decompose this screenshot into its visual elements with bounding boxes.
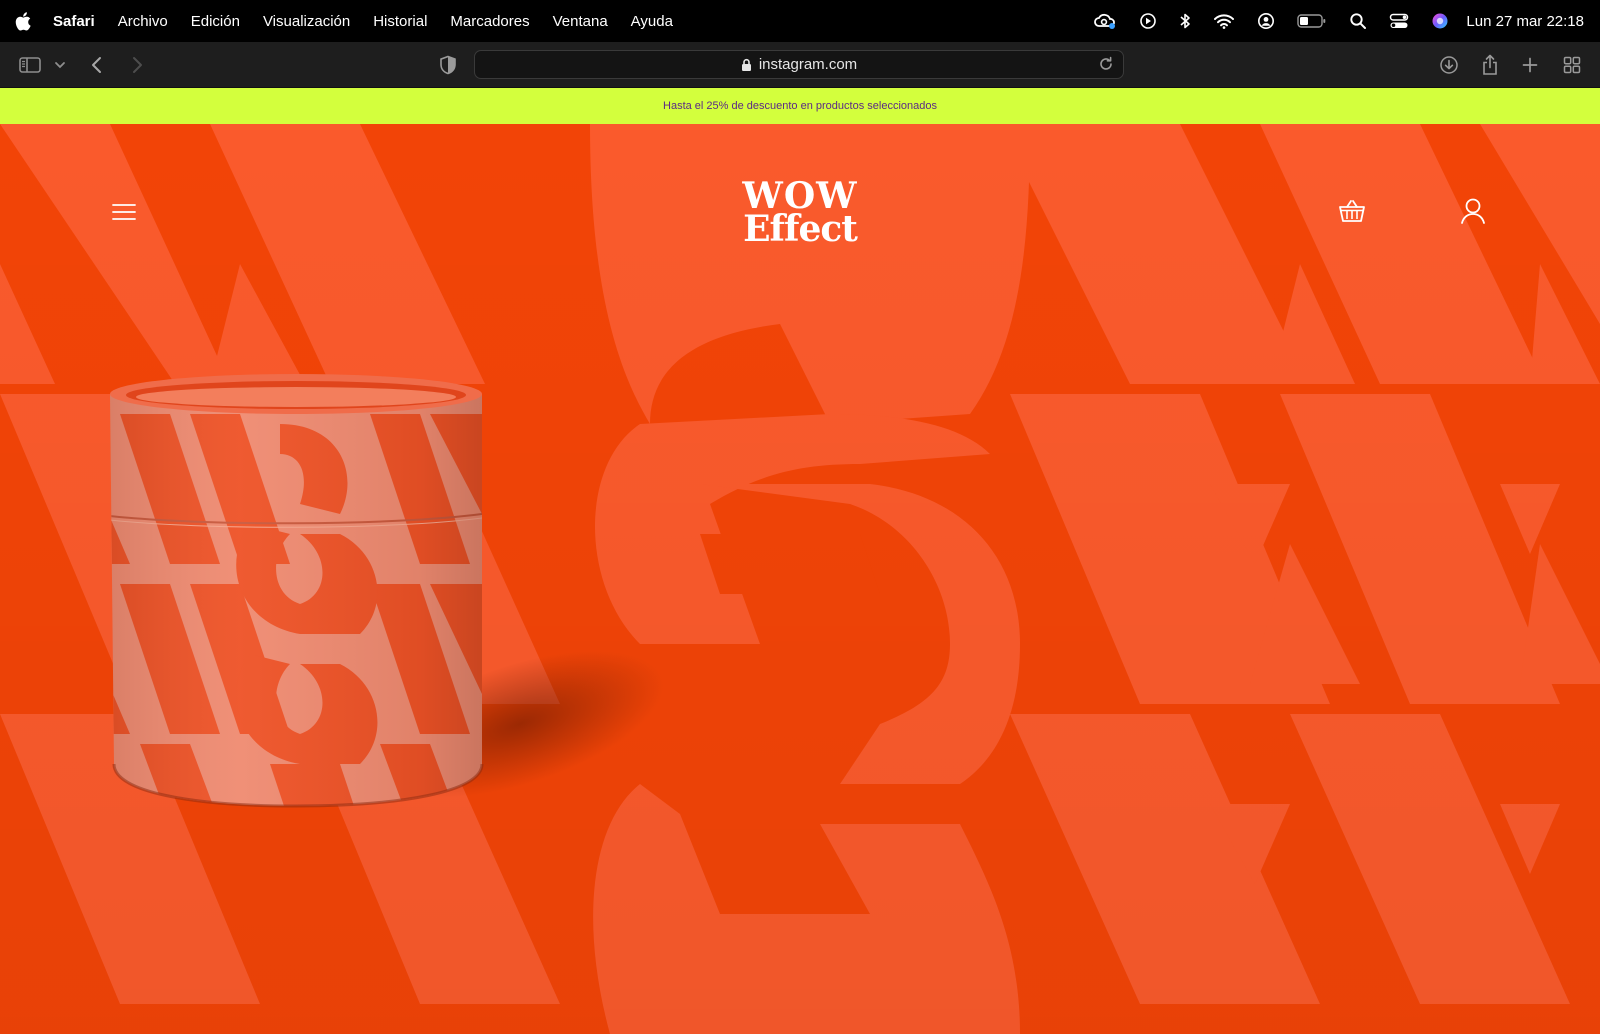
hero-section: WOW Effect	[0, 124, 1600, 1034]
battery-icon[interactable]	[1297, 13, 1327, 29]
promo-text: Hasta el 25% de descuento en productos s…	[663, 100, 937, 112]
creative-cloud-icon[interactable]	[1093, 12, 1117, 30]
reload-icon[interactable]	[1098, 56, 1114, 72]
account-icon[interactable]	[1455, 194, 1491, 228]
menu-app-name[interactable]: Safari	[53, 13, 95, 30]
menu-clock[interactable]: Lun 27 mar 22:18	[1466, 13, 1584, 30]
menu-visualizacion[interactable]: Visualización	[263, 13, 350, 30]
status-area: Lun 27 mar 22:18	[1082, 0, 1600, 42]
downloads-icon[interactable]	[1436, 42, 1462, 88]
address-bar-url: instagram.com	[758, 56, 858, 73]
menu-archivo[interactable]: Archivo	[118, 13, 168, 30]
sidebar-toggle-icon[interactable]	[16, 42, 44, 88]
siri-icon[interactable]	[1431, 12, 1449, 30]
menu-ventana[interactable]: Ventana	[553, 13, 608, 30]
back-icon[interactable]	[86, 42, 108, 88]
user-icon[interactable]	[1257, 12, 1275, 30]
bluetooth-icon[interactable]	[1179, 12, 1191, 30]
tab-overview-icon[interactable]	[1560, 42, 1584, 88]
address-bar[interactable]: instagram.com	[474, 50, 1124, 79]
apple-icon[interactable]	[15, 11, 33, 31]
wifi-icon[interactable]	[1213, 13, 1235, 29]
control-center-icon[interactable]	[1389, 12, 1409, 30]
chevron-down-icon[interactable]	[52, 42, 68, 88]
site-logo[interactable]: WOW Effect	[738, 178, 862, 251]
hamburger-menu-icon[interactable]	[106, 198, 142, 226]
play-icon[interactable]	[1139, 12, 1157, 30]
new-tab-icon[interactable]	[1519, 42, 1541, 88]
search-icon[interactable]	[1349, 12, 1367, 30]
logo-line-2: Effect	[743, 208, 858, 251]
menu-bar: Safari Archivo Edición Visualización His…	[0, 0, 1600, 42]
share-icon[interactable]	[1478, 42, 1502, 88]
product-canister-image	[110, 374, 484, 808]
menu-historial[interactable]: Historial	[373, 13, 427, 30]
forward-icon[interactable]	[126, 42, 148, 88]
menu-ayuda[interactable]: Ayuda	[631, 13, 673, 30]
browser-toolbar: instagram.com	[0, 42, 1600, 88]
privacy-shield-icon[interactable]	[436, 42, 460, 88]
basket-icon[interactable]	[1334, 194, 1370, 228]
menu-marcadores[interactable]: Marcadores	[450, 13, 529, 30]
lock-icon	[741, 58, 752, 72]
promo-banner[interactable]: Hasta el 25% de descuento en productos s…	[0, 88, 1600, 124]
menu-edicion[interactable]: Edición	[191, 13, 240, 30]
